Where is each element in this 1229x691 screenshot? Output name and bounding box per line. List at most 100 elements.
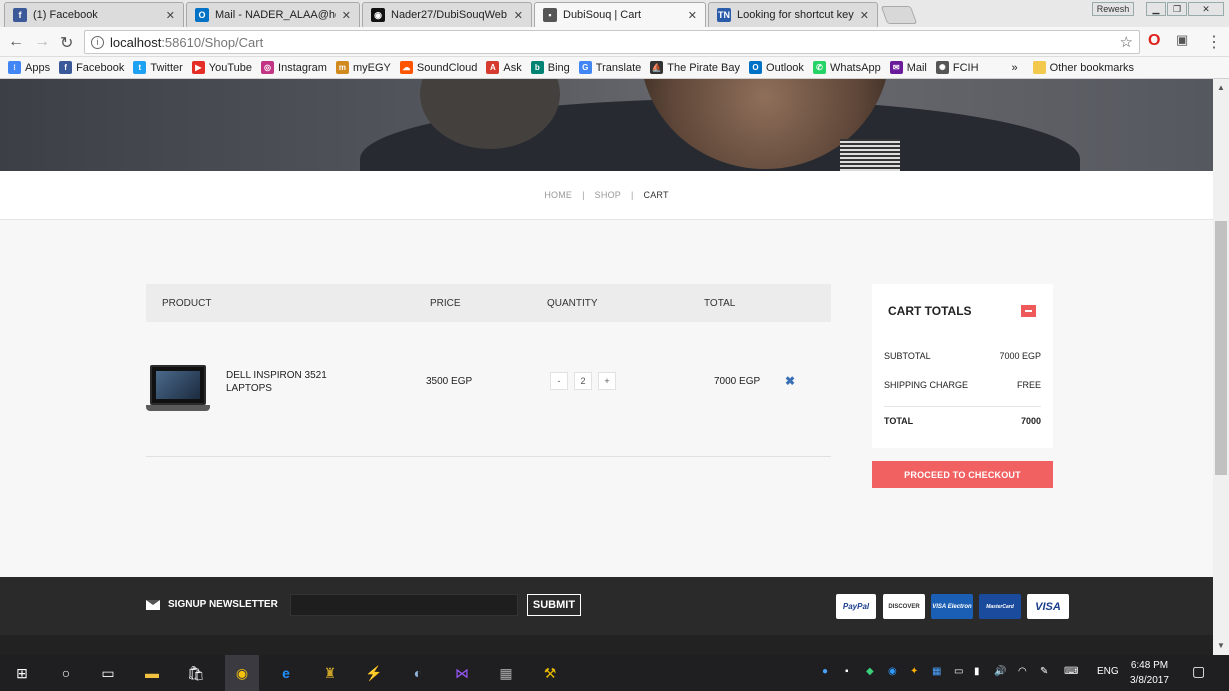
newsletter-email-input[interactable] [290, 594, 518, 616]
header-quantity: QUANTITY [547, 298, 598, 309]
bookmark-facebook[interactable]: f Facebook [59, 61, 124, 74]
bookmark-label: YouTube [208, 61, 253, 74]
bookmark-instagram[interactable]: ◎ Instagram [261, 61, 327, 74]
media-app-icon[interactable]: ◐ [408, 663, 428, 683]
url-path: :58610/Shop/Cart [161, 34, 264, 50]
decrease-button[interactable]: - [550, 372, 568, 390]
app-window-icon[interactable]: ▦ [496, 663, 516, 683]
extension-icon[interactable]: ▣ [1176, 32, 1188, 48]
increase-button[interactable]: + [598, 372, 616, 390]
visual-studio-icon[interactable]: ⋈ [452, 663, 472, 683]
windows-start-icon[interactable]: ⊞ [12, 663, 32, 683]
checkout-button[interactable]: PROCEED TO CHECKOUT [872, 461, 1053, 488]
notification-icon[interactable]: ▢ [1192, 663, 1205, 680]
bookmark-star-icon[interactable]: ☆ [1120, 33, 1133, 51]
reload-icon[interactable]: ↻ [60, 33, 73, 53]
tray-sync-icon[interactable]: ◆ [866, 666, 874, 677]
back-icon[interactable]: ← [8, 33, 24, 51]
forward-icon[interactable]: → [34, 33, 50, 51]
quantity-input[interactable]: 2 [574, 372, 592, 390]
bookmark-whatsapp[interactable]: ✆ WhatsApp [812, 61, 881, 74]
close-icon[interactable]: ✕ [166, 9, 175, 22]
more-bookmarks-button[interactable]: » [1012, 62, 1018, 74]
menu-icon[interactable]: ⋮ [1206, 32, 1222, 52]
edge-icon[interactable]: e [276, 663, 296, 683]
windows-taskbar: ⊞ ○ ▭ ▬ 🛍 ◉ e ♜ ⚡ ◐ ⋈ ▦ ⚒ ● ▪ ◆ ◉ ✦ ▦ ▭ … [0, 655, 1229, 691]
newsletter-submit-button[interactable]: SUBMIT [527, 594, 581, 616]
remove-icon[interactable]: ✖ [785, 374, 795, 388]
tab-cart[interactable]: ▪ DubiSouq | Cart ✕ [534, 2, 706, 27]
chrome-icon[interactable]: ◉ [232, 663, 252, 683]
tab-facebook[interactable]: f (1) Facebook ✕ [4, 2, 184, 27]
collapse-icon[interactable] [1021, 305, 1036, 317]
info-icon[interactable]: i [91, 35, 104, 49]
new-tab-button[interactable] [880, 6, 918, 24]
product-image[interactable] [146, 365, 210, 415]
bookmark-apps[interactable]: ⁝ Apps [8, 61, 50, 74]
breadcrumb-shop[interactable]: SHOP [595, 190, 621, 200]
close-window-icon[interactable]: ✕ [1188, 2, 1224, 16]
bookmark-bing[interactable]: b Bing [530, 61, 570, 74]
close-icon[interactable]: ✕ [860, 9, 869, 22]
other-bookmarks[interactable]: Other bookmarks [1032, 61, 1134, 74]
volume-icon[interactable]: 🔊 [994, 666, 1006, 677]
bookmark-youtube[interactable]: ▶ YouTube [191, 61, 253, 74]
pen-icon[interactable]: ✎ [1040, 666, 1048, 677]
bookmark-outlook[interactable]: O Outlook [749, 61, 804, 74]
language-indicator[interactable]: ENG [1097, 666, 1119, 677]
address-bar[interactable]: i localhost:58610/Shop/Cart ☆ [84, 30, 1140, 54]
tray-app-icon[interactable]: ● [822, 666, 828, 677]
scroll-down-icon[interactable]: ▼ [1217, 641, 1225, 650]
visa-electron-icon: VISA Electron [931, 594, 973, 619]
bookmark-label: myEGY [352, 61, 391, 74]
system-clock[interactable]: 6:48 PM 3/8/2017 [1130, 658, 1169, 688]
bookmark-label: Apps [25, 61, 51, 74]
opera-icon[interactable]: O [1148, 32, 1160, 50]
restore-icon[interactable]: ❐ [1167, 2, 1187, 16]
close-icon[interactable]: ✕ [514, 9, 523, 22]
bookmark-twitter[interactable]: t Twitter [133, 61, 183, 74]
tray-skype-icon[interactable]: ◉ [888, 666, 897, 677]
tools-icon[interactable]: ⚒ [540, 663, 560, 683]
tray-display-icon[interactable]: ▭ [954, 666, 963, 677]
breadcrumb-home[interactable]: HOME [544, 190, 572, 200]
tray-monitor-icon[interactable]: ▪ [845, 666, 849, 677]
tab-title: Mail - NADER_ALAA@ho [215, 9, 336, 21]
tab-github[interactable]: ◉ Nader27/DubiSouqWeb ✕ [362, 2, 532, 27]
pirate-bay-icon: ⛵ [650, 61, 664, 74]
game-launcher-icon[interactable]: ♜ [320, 663, 340, 683]
task-view-icon[interactable]: ▭ [98, 663, 118, 683]
tab-mail[interactable]: O Mail - NADER_ALAA@ho ✕ [186, 2, 360, 27]
scroll-up-icon[interactable]: ▲ [1217, 83, 1225, 92]
tray-battery-icon[interactable]: ▮ [974, 666, 980, 677]
bookmark-label: Translate [595, 61, 642, 74]
bookmark-mail[interactable]: ✉ Mail [889, 61, 927, 74]
keyboard-icon[interactable]: ⌨ [1064, 666, 1078, 677]
close-icon[interactable]: ✕ [688, 9, 697, 22]
tray-update-icon[interactable]: ✦ [910, 666, 918, 677]
bookmark-myegy[interactable]: m myEGY [335, 61, 391, 74]
bookmark-label: Bing [547, 61, 570, 74]
bookmark-ask[interactable]: A Ask [486, 61, 522, 74]
bookmark-soundcloud[interactable]: ☁ SoundCloud [399, 61, 477, 74]
github-icon: ◉ [371, 8, 385, 22]
store-icon[interactable]: 🛍 [186, 663, 206, 683]
profile-button[interactable]: Rewesh [1092, 2, 1134, 16]
bolt-app-icon[interactable]: ⚡ [364, 663, 384, 683]
bookmark-fcih[interactable]: ✺ FCIH [935, 61, 979, 74]
file-explorer-icon[interactable]: ▬ [142, 663, 162, 683]
cortana-icon[interactable]: ○ [56, 663, 76, 683]
close-icon[interactable]: ✕ [342, 9, 351, 22]
bookmark-translate[interactable]: G Translate [578, 61, 642, 74]
discover-icon: DISCOVER [883, 594, 925, 619]
scrollbar-thumb[interactable] [1215, 221, 1227, 475]
minimize-icon[interactable]: ▁ [1146, 2, 1166, 16]
tray-network-app-icon[interactable]: ▦ [932, 666, 941, 677]
ask-icon: A [486, 61, 500, 74]
product-name[interactable]: DELL INSPIRON 3521 LAPTOPS [226, 369, 356, 395]
bookmark-pirate-bay[interactable]: ⛵ The Pirate Bay [650, 61, 740, 74]
tab-shortcut[interactable]: TN Looking for shortcut key ✕ [708, 2, 878, 27]
wifi-icon[interactable]: ◠ [1018, 666, 1027, 677]
hero-banner [0, 79, 1213, 171]
page-scrollbar[interactable]: ▲ ▼ [1213, 79, 1229, 655]
